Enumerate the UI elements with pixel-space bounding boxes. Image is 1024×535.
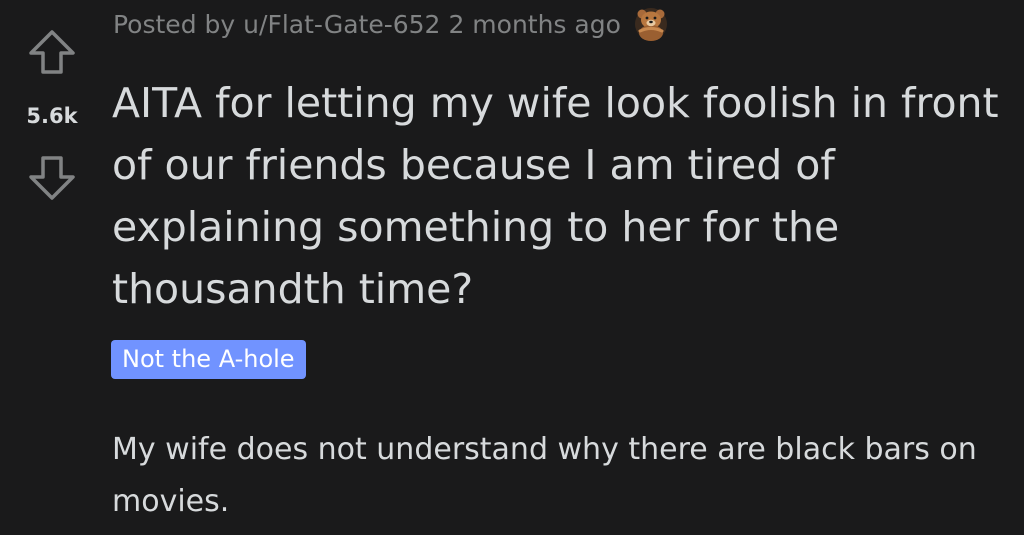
post-time[interactable]: 2 months ago <box>448 10 620 39</box>
arrow-up-icon <box>29 30 75 74</box>
arrow-down-icon <box>29 156 75 200</box>
upvote-button[interactable] <box>24 24 80 80</box>
vote-score: 5.6k <box>26 104 78 128</box>
vote-column: 5.6k <box>0 0 100 535</box>
posted-by-label: Posted by <box>113 9 236 39</box>
post-title[interactable]: AITA for letting my wife look foolish in… <box>112 72 1012 320</box>
author-link[interactable]: u/Flat-Gate-652 <box>243 10 440 39</box>
downvote-button[interactable] <box>24 150 80 206</box>
bear-award-icon[interactable] <box>633 6 669 42</box>
post-body: My wife does not understand why there ar… <box>112 432 977 519</box>
post-meta: Posted by u/Flat-Gate-652 2 months ago <box>113 2 669 46</box>
post-flair[interactable]: Not the A-hole <box>111 340 306 379</box>
